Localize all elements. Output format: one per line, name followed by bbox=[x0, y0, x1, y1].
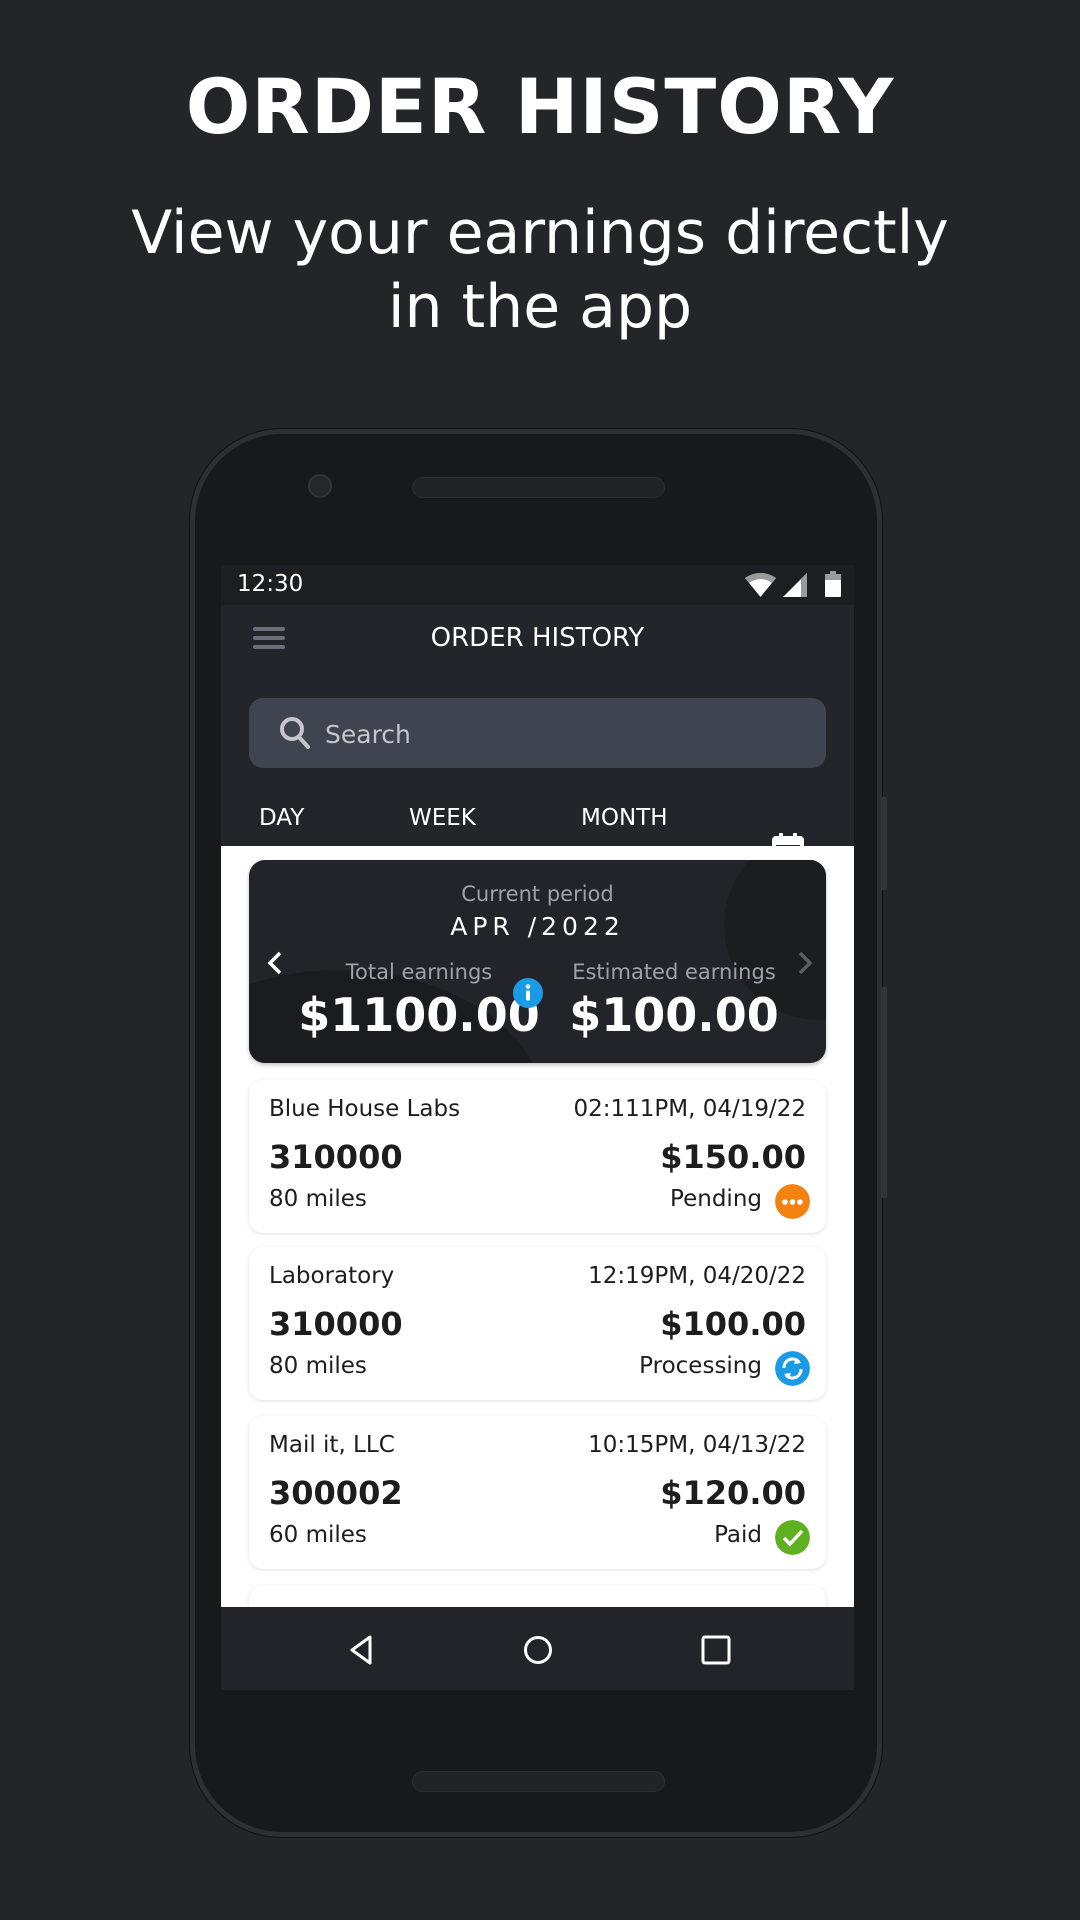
order-id: 310000 bbox=[269, 1305, 403, 1343]
order-card[interactable]: Blue House Labs 02:111PM, 04/19/22 31000… bbox=[249, 1080, 826, 1233]
estimated-earnings-value: $100.00 bbox=[569, 988, 779, 1042]
order-time: 12:19PM, 04/20/22 bbox=[588, 1263, 806, 1289]
order-time: 02:111PM, 04/19/22 bbox=[573, 1096, 806, 1122]
order-distance: 80 miles bbox=[269, 1353, 367, 1379]
order-id: 310000 bbox=[269, 1138, 403, 1176]
search-bar[interactable] bbox=[249, 698, 826, 770]
order-amount: $150.00 bbox=[660, 1138, 806, 1176]
order-time: 10:15PM, 04/13/22 bbox=[588, 1432, 806, 1458]
front-camera bbox=[308, 474, 332, 498]
search-icon bbox=[280, 717, 310, 749]
order-id: 300002 bbox=[269, 1474, 403, 1512]
signal-icon bbox=[783, 573, 807, 597]
order-status: Processing bbox=[639, 1353, 762, 1379]
back-nav-icon[interactable] bbox=[348, 1635, 374, 1665]
tab-month[interactable]: MONTH bbox=[581, 805, 668, 831]
earnings-summary-card: Current period APR /2022 Total earnings … bbox=[249, 860, 826, 1063]
previous-period-chevron-icon[interactable] bbox=[265, 950, 285, 976]
system-nav-bar bbox=[221, 1607, 854, 1690]
order-amount: $100.00 bbox=[660, 1305, 806, 1343]
promo-headline: ORDER HISTORY bbox=[185, 62, 895, 151]
promo-subline-line-2: in the app bbox=[387, 272, 693, 342]
info-icon[interactable] bbox=[513, 978, 543, 1008]
order-status: Paid bbox=[714, 1522, 762, 1548]
home-nav-icon[interactable] bbox=[523, 1635, 553, 1665]
order-customer: Laboratory bbox=[269, 1263, 395, 1289]
period-value: APR /2022 bbox=[450, 912, 625, 941]
period-label: Current period bbox=[461, 882, 614, 906]
total-earnings-label: Total earnings bbox=[345, 960, 493, 984]
order-customer: Blue House Labs bbox=[269, 1096, 461, 1122]
search-input[interactable] bbox=[323, 698, 807, 770]
promo-subline-line-1: View your earnings directly bbox=[131, 198, 949, 268]
order-customer: Mail it, LLC bbox=[269, 1432, 395, 1458]
wifi-icon bbox=[745, 573, 776, 597]
order-card[interactable]: Mail it, LLC 10:15PM, 04/13/22 300002 $1… bbox=[249, 1416, 826, 1569]
battery-icon bbox=[825, 571, 841, 597]
tab-day[interactable]: DAY bbox=[259, 805, 304, 831]
app-bar: ORDER HISTORY DAY WEEK MONTH bbox=[221, 605, 854, 886]
phone-volume-button bbox=[881, 987, 887, 1198]
paid-status-icon bbox=[775, 1520, 810, 1555]
order-distance: 80 miles bbox=[269, 1186, 367, 1212]
order-amount: $120.00 bbox=[660, 1474, 806, 1512]
processing-status-icon bbox=[775, 1351, 810, 1386]
phone-screen: 12:30 ORDER HISTORY DAY WEEK MONTH bbox=[221, 565, 854, 1690]
status-time: 12:30 bbox=[237, 571, 304, 597]
app-bar-title: ORDER HISTORY bbox=[430, 623, 645, 653]
next-period-chevron-icon[interactable] bbox=[795, 950, 815, 976]
tab-week[interactable]: WEEK bbox=[409, 805, 476, 831]
order-card[interactable]: Laboratory 12:19PM, 04/20/22 310000 $100… bbox=[249, 1247, 826, 1400]
phone-power-button bbox=[881, 797, 887, 890]
status-bar: 12:30 bbox=[221, 565, 854, 605]
recents-nav-icon[interactable] bbox=[701, 1635, 731, 1665]
estimated-earnings-label: Estimated earnings bbox=[572, 960, 776, 984]
promo-subline: View your earnings directly in the app bbox=[0, 196, 1080, 344]
bottom-speaker bbox=[412, 1771, 665, 1792]
pending-status-icon bbox=[775, 1184, 810, 1219]
order-status: Pending bbox=[670, 1186, 762, 1212]
order-distance: 60 miles bbox=[269, 1522, 367, 1548]
top-speaker bbox=[412, 477, 665, 498]
